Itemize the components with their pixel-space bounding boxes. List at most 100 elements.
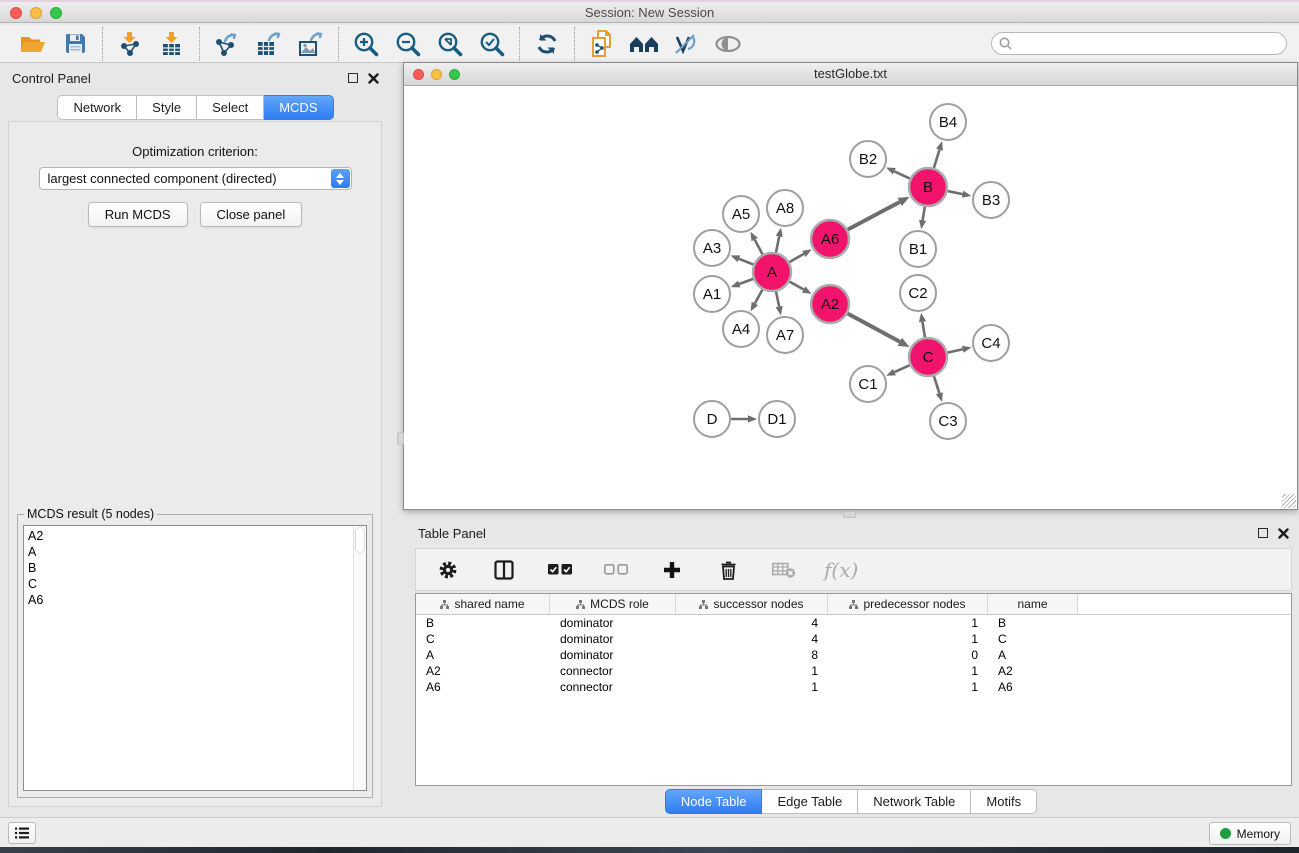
table-row[interactable]: Adominator80A (416, 647, 1291, 663)
table-cell[interactable]: 1 (676, 680, 828, 694)
zoom-in-button[interactable] (350, 29, 382, 59)
column-header-name[interactable]: name (988, 594, 1078, 614)
column-header-successor-nodes[interactable]: successor nodes (676, 594, 828, 614)
table-float-panel-icon[interactable] (1258, 528, 1268, 538)
table-cell[interactable]: dominator (550, 616, 676, 630)
edge-B-B2[interactable] (894, 171, 910, 178)
result-scrollbar[interactable] (353, 526, 366, 790)
edge-A-A3[interactable] (739, 259, 754, 265)
edge-B-B1[interactable] (923, 207, 925, 221)
zoom-fit-button[interactable] (434, 29, 466, 59)
table-cell[interactable]: A6 (988, 680, 1078, 694)
table-cell[interactable]: dominator (550, 632, 676, 646)
export-network-button[interactable] (211, 29, 243, 59)
edge-C-C4[interactable] (948, 349, 963, 352)
toggle-visibility-button[interactable] (712, 29, 744, 59)
table-cell[interactable]: connector (550, 680, 676, 694)
table-cell[interactable]: A (988, 648, 1078, 662)
clear-table-button[interactable] (768, 555, 800, 585)
network-canvas[interactable]: B4B2BB3A5A8A6A3B1AA1C2A2A4A7C4CC1C3DD1 (405, 87, 1297, 510)
net-maximize-button[interactable] (449, 69, 460, 80)
mcds-result-item[interactable]: A6 (28, 592, 362, 608)
edge-A-A7[interactable] (776, 292, 779, 307)
close-panel-button[interactable]: Close panel (200, 202, 303, 227)
edge-A2-C[interactable] (848, 314, 900, 342)
table-close-panel-icon[interactable] (1278, 528, 1289, 539)
table-cell[interactable]: A2 (416, 664, 550, 678)
refresh-view-button[interactable] (531, 29, 563, 59)
edge-A-A2[interactable] (790, 282, 804, 290)
tab-edge-table[interactable]: Edge Table (762, 789, 858, 814)
resize-grip[interactable] (1282, 494, 1296, 508)
table-cell[interactable]: C (988, 632, 1078, 646)
column-header-MCDS-role[interactable]: MCDS role (550, 594, 676, 614)
criterion-select[interactable]: largest connected component (directed) (39, 167, 352, 190)
edge-B-B3[interactable] (948, 191, 963, 194)
tab-motifs[interactable]: Motifs (971, 789, 1037, 814)
table-cell[interactable]: 1 (828, 632, 988, 646)
edge-A-A1[interactable] (739, 279, 753, 284)
select-all-button[interactable] (544, 555, 576, 585)
table-cell[interactable]: C (416, 632, 550, 646)
minimize-window-button[interactable] (30, 7, 42, 19)
edge-A-A8[interactable] (776, 236, 779, 252)
search-box[interactable] (991, 32, 1287, 55)
tab-node-table[interactable]: Node Table (665, 789, 763, 814)
table-cell[interactable]: A2 (988, 664, 1078, 678)
maximize-window-button[interactable] (50, 7, 62, 19)
memory-button[interactable]: Memory (1209, 822, 1291, 845)
mcds-result-list[interactable]: A2ABCA6 (23, 525, 367, 791)
float-panel-icon[interactable] (348, 73, 358, 83)
network-window-titlebar[interactable]: testGlobe.txt (404, 63, 1297, 86)
table-cell[interactable]: B (988, 616, 1078, 630)
table-row[interactable]: Bdominator41B (416, 615, 1291, 631)
edge-C-C1[interactable] (894, 365, 909, 372)
edge-A-A5[interactable] (755, 240, 763, 255)
table-settings-button[interactable] (432, 555, 464, 585)
tab-select[interactable]: Select (197, 95, 264, 120)
edge-A-A4[interactable] (755, 290, 763, 304)
table-cell[interactable]: dominator (550, 648, 676, 662)
export-table-button[interactable] (253, 29, 285, 59)
close-window-button[interactable] (10, 7, 22, 19)
select-columns-button[interactable] (488, 555, 520, 585)
toggle-graphics-details-button[interactable] (670, 29, 702, 59)
delete-column-button[interactable] (712, 555, 744, 585)
table-row[interactable]: A6connector11A6 (416, 679, 1291, 695)
net-close-button[interactable] (413, 69, 424, 80)
export-image-button[interactable] (295, 29, 327, 59)
vertical-splitter-grip[interactable] (397, 432, 404, 445)
table-cell[interactable]: 1 (676, 664, 828, 678)
zoom-out-button[interactable] (392, 29, 424, 59)
table-cell[interactable]: 4 (676, 632, 828, 646)
function-builder-button[interactable]: f(x) (824, 555, 858, 585)
mcds-result-item[interactable]: C (28, 576, 362, 592)
table-row[interactable]: A2connector11A2 (416, 663, 1291, 679)
table-row[interactable]: Cdominator41C (416, 631, 1291, 647)
tab-network-table[interactable]: Network Table (858, 789, 971, 814)
edge-C-C2[interactable] (922, 322, 924, 338)
open-session-button[interactable] (17, 29, 49, 59)
mcds-result-item[interactable]: B (28, 560, 362, 576)
save-session-button[interactable] (59, 29, 91, 59)
edge-A-A6[interactable] (789, 254, 804, 262)
net-minimize-button[interactable] (431, 69, 442, 80)
table-cell[interactable]: 1 (828, 680, 988, 694)
table-cell[interactable]: A (416, 648, 550, 662)
import-network-button[interactable] (114, 29, 146, 59)
close-panel-icon[interactable] (368, 73, 379, 84)
zoom-selected-button[interactable] (476, 29, 508, 59)
clone-network-button[interactable] (586, 29, 618, 59)
tab-mcds[interactable]: MCDS (264, 95, 333, 120)
edge-A6-B[interactable] (848, 202, 900, 230)
table-cell[interactable]: B (416, 616, 550, 630)
create-column-button[interactable] (656, 555, 688, 585)
table-cell[interactable]: 1 (828, 664, 988, 678)
table-cell[interactable]: connector (550, 664, 676, 678)
mcds-result-item[interactable]: A (28, 544, 362, 560)
horizontal-splitter-grip[interactable] (843, 511, 856, 518)
edge-B-B4[interactable] (934, 150, 940, 168)
table-cell[interactable]: 0 (828, 648, 988, 662)
task-history-button[interactable] (8, 822, 36, 844)
table-cell[interactable]: 4 (676, 616, 828, 630)
